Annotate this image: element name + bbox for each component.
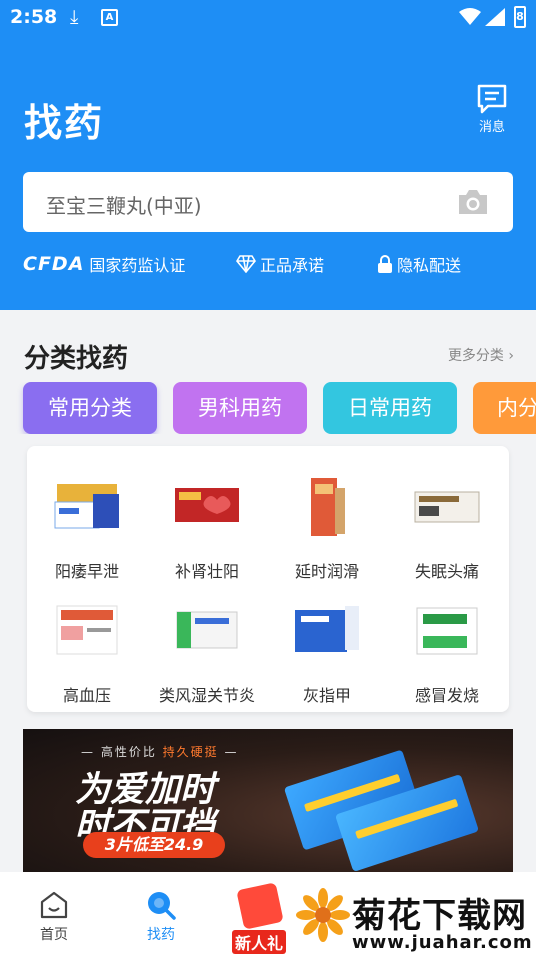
message-label: 消息 [478, 120, 505, 135]
medicine-box-image [295, 606, 359, 652]
watermark-url: www.juahar.com [352, 932, 533, 953]
section-title: 分类找药 [24, 344, 129, 374]
wifi-icon [459, 8, 481, 25]
main-content: 分类找药 更多分类 › 常用分类 男科用药 日常用药 内分 阳痿早泄 补肾壮阳 … [0, 310, 536, 872]
medicine-box-image [56, 605, 118, 655]
medicine-box-image [311, 478, 345, 536]
badge-cfda: CFDA 国家药监认证 [23, 252, 185, 276]
more-categories-link[interactable]: 更多分类 › [448, 345, 514, 365]
category-label: 失眠头痛 [414, 562, 479, 581]
category-item[interactable]: 类风湿关节炎 [147, 586, 267, 706]
promo-banner[interactable]: — 高性价比 持久硬挺 — 为爱加时 时不可挡 3片低至24.9 [23, 729, 513, 872]
badge-label: 正品承诺 [260, 256, 325, 275]
battery-icon: 8 [514, 6, 526, 28]
a-notification-icon: A [101, 9, 118, 26]
badge-label: 隐私配送 [397, 256, 462, 275]
site-watermark: 菊花下载网 www.juahar.com [296, 880, 536, 954]
signal-icon [485, 8, 505, 26]
badge-privacy: 隐私配送 [377, 252, 461, 276]
lock-icon [378, 255, 392, 273]
banner-price-pill: 3片低至24.9 [83, 832, 225, 858]
category-item[interactable]: 灰指甲 [267, 586, 387, 706]
category-grid: 阳痿早泄 补肾壮阳 延时润滑 失眠头痛 高血压 类风湿关节炎 灰指甲 感冒发烧 [27, 446, 509, 712]
watermark-title: 菊花下载网 [352, 896, 527, 936]
category-label: 类风湿关节炎 [158, 686, 255, 705]
badge-label: 国家药监认证 [89, 256, 186, 275]
tab-find-medicine[interactable]: 找药 [131, 890, 191, 944]
diamond-icon [236, 255, 256, 273]
category-label: 感冒发烧 [414, 686, 479, 705]
message-button[interactable]: 消息 [470, 84, 514, 135]
message-icon [477, 84, 507, 114]
tab-endocrine[interactable]: 内分 [473, 382, 536, 434]
status-bar: 2:58 ⤓ A 8 [0, 0, 536, 36]
medicine-box-image [414, 491, 480, 523]
tab-daily[interactable]: 日常用药 [323, 382, 457, 434]
tab-mens[interactable]: 男科用药 [173, 382, 307, 434]
category-label: 补肾壮阳 [174, 562, 239, 581]
category-label: 阳痿早泄 [54, 562, 119, 581]
category-item[interactable]: 延时润滑 [267, 462, 387, 582]
badge-genuine: 正品承诺 [236, 252, 324, 276]
new-user-gift[interactable]: 新人礼 [230, 882, 300, 954]
category-tabs: 常用分类 男科用药 日常用药 内分 [0, 382, 536, 434]
tab-common[interactable]: 常用分类 [23, 382, 157, 434]
category-item[interactable]: 高血压 [27, 586, 147, 706]
medicine-box-image [54, 484, 119, 529]
banner-tagline: — 高性价比 持久硬挺 — [81, 745, 239, 759]
medicine-box-image [416, 607, 478, 655]
tab-label: 找药 [147, 927, 175, 943]
chrysanthemum-logo [296, 888, 350, 942]
camera-icon[interactable] [457, 188, 489, 216]
tab-home[interactable]: 首页 [24, 890, 84, 944]
red-envelope-icon [236, 882, 284, 930]
search-icon [148, 892, 176, 920]
header: 2:58 ⤓ A 8 找药 消息 至宝三鞭丸(中亚) CFDA 国家药监认证 正… [0, 0, 536, 310]
category-label: 高血压 [62, 686, 111, 705]
category-label: 灰指甲 [302, 686, 351, 705]
trust-badges: CFDA 国家药监认证 正品承诺 隐私配送 [23, 252, 513, 278]
tab-label: 首页 [40, 927, 68, 943]
promo-label: 新人礼 [232, 930, 287, 954]
page-title: 找药 [24, 101, 105, 145]
download-icon: ⤓ [70, 6, 79, 28]
search-placeholder: 至宝三鞭丸(中亚) [46, 194, 202, 218]
category-label: 延时润滑 [294, 562, 359, 581]
medicine-box-image [176, 611, 238, 649]
category-item[interactable]: 补肾壮阳 [147, 462, 267, 582]
medicine-box-image [175, 488, 239, 522]
category-item[interactable]: 失眠头痛 [387, 462, 507, 582]
category-item[interactable]: 阳痿早泄 [27, 462, 147, 582]
category-item[interactable]: 感冒发烧 [387, 586, 507, 706]
home-icon [40, 891, 68, 919]
search-bar[interactable]: 至宝三鞭丸(中亚) [23, 172, 513, 232]
cfda-logo: CFDA [23, 253, 85, 275]
status-time: 2:58 [10, 6, 58, 28]
